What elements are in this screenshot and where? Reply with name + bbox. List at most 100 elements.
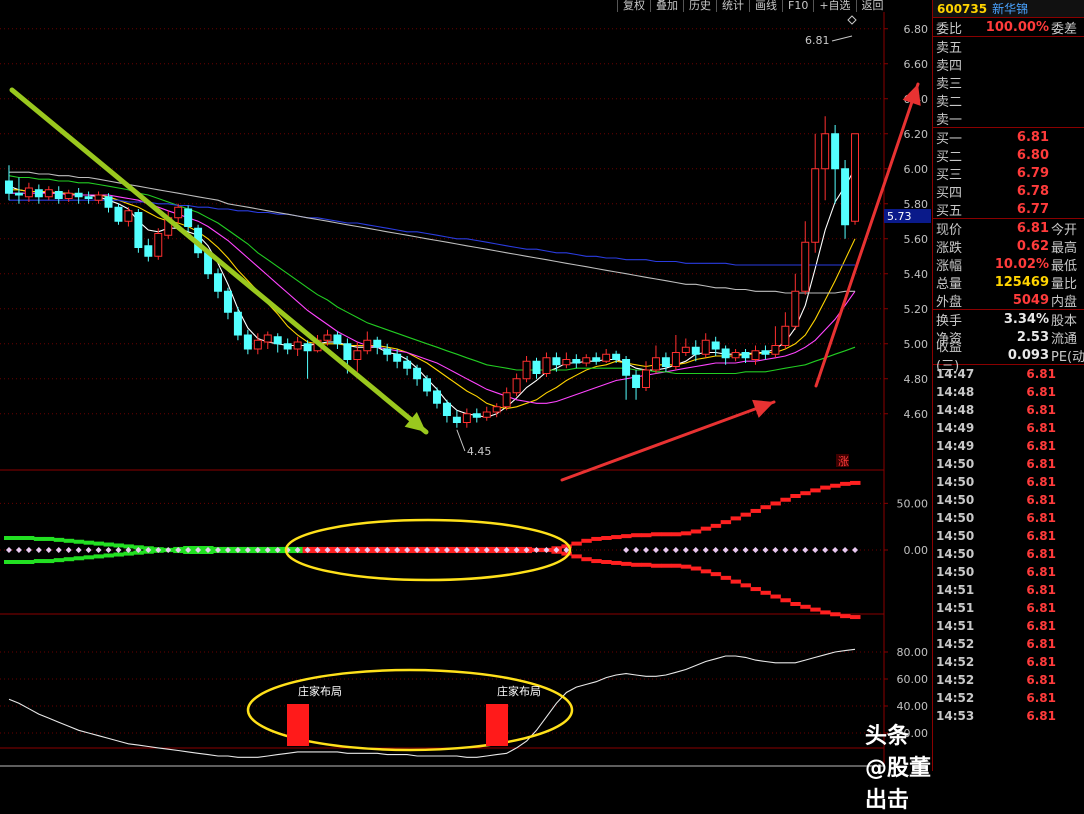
zero-line-marker: [702, 547, 709, 553]
indicator-upper-bar: [820, 485, 831, 490]
stat-row-label2: PE(动: [1051, 349, 1084, 365]
tick-price: 6.81: [1026, 421, 1056, 435]
bid-row: 买三 6.79: [933, 164, 1084, 183]
toolbar-draw-button[interactable]: 画线: [749, 0, 782, 12]
tick-time: 14:52: [936, 655, 975, 669]
zero-line-marker: [5, 547, 12, 553]
current-price-tag-label: 5.73: [887, 210, 912, 223]
candle-body: [462, 413, 471, 423]
signal-label: 庄家布局: [298, 684, 342, 698]
tick-time: 14:53: [936, 709, 975, 723]
tick-row: 14:50 6.81: [933, 491, 1084, 509]
indicator-upper-bar: [23, 536, 35, 540]
indicator-lower-bar: [13, 560, 25, 564]
weibi-label: 委比: [936, 21, 963, 37]
tick-price: 6.81: [1026, 547, 1056, 561]
oscillator-line: [8, 648, 856, 758]
zero-line-marker: [742, 547, 749, 553]
candle-body: [821, 133, 830, 170]
stat-row-value: 125469: [994, 274, 1049, 290]
stock-code: 600735: [937, 1, 988, 16]
zero-line-marker: [672, 547, 679, 553]
candle-body: [223, 290, 232, 313]
toolbar-history-button[interactable]: 历史: [683, 0, 716, 12]
candle-body: [373, 339, 382, 348]
candle-body: [811, 168, 820, 243]
candle-body: [174, 206, 183, 219]
zero-line-marker: [643, 547, 649, 553]
ask-row-label: 卖三: [936, 76, 963, 92]
indicator-lower-bar: [680, 564, 692, 569]
y-tick-label: 6.60: [904, 58, 929, 71]
stat-row-label2: 今开: [1051, 222, 1078, 238]
weicha-label: 委差: [1051, 21, 1078, 37]
stat-row-value: 2.53: [1016, 329, 1049, 345]
zero-line-marker: [85, 547, 92, 553]
ask-row: 卖二: [933, 91, 1084, 110]
stat-row: 总量 125469 量比: [933, 273, 1084, 292]
zero-line-marker: [105, 547, 112, 553]
indicator-upper-bar: [13, 536, 25, 540]
indicator-lower-bar: [660, 563, 672, 568]
tick-row: 14:52 6.81: [933, 635, 1084, 653]
stat-row: 收益(三) 0.093 PE(动: [933, 340, 1084, 374]
candle-body: [64, 192, 73, 199]
candle-body: [333, 334, 342, 345]
bid-row-label: 买一: [936, 131, 963, 147]
toolbar-fuquan-button[interactable]: 复权: [617, 0, 650, 12]
y-tick-label: 5.40: [904, 268, 929, 281]
candle-body: [771, 345, 780, 355]
tick-time: 14:51: [936, 601, 975, 615]
stat-row: 现价 6.81 今开: [933, 219, 1084, 238]
indicator-lower-bar: [730, 579, 742, 584]
toolbar-f10-button[interactable]: F10: [782, 0, 814, 12]
stat-row-label: 涨幅: [936, 258, 963, 274]
toolbar-stats-button[interactable]: 统计: [716, 0, 749, 12]
tick-list[interactable]: 14:47 6.81 14:48 6.81 14:48 6.81 14:49 6.81 14:4…: [933, 365, 1084, 725]
indicator-upper-bar: [53, 537, 65, 542]
candle-body: [592, 357, 601, 362]
stock-name[interactable]: 新华锦: [987, 0, 1028, 17]
candle-body: [851, 133, 860, 222]
bid-row: 买二 6.80: [933, 146, 1084, 165]
candle-body: [721, 348, 730, 359]
stat-row-label2: 流通: [1051, 331, 1078, 347]
tick-row: 14:48 6.81: [933, 401, 1084, 419]
stats-list-2: 换手 3.34% 股本 净资 2.53 流通 收益(三) 0.093 PE(动: [933, 310, 1084, 375]
tick-row: 14:51 6.81: [933, 599, 1084, 617]
bid-row-value: 6.81: [1016, 129, 1049, 145]
tick-price: 6.81: [1026, 583, 1056, 597]
candle-body: [14, 192, 23, 196]
tick-time: 14:49: [936, 421, 975, 435]
indicator-lower-bar: [591, 559, 602, 564]
chart-area[interactable]: 6.806.606.406.206.005.805.605.405.205.00…: [0, 0, 932, 813]
stat-row: 外盘 5049 内盘: [933, 291, 1084, 310]
zero-line-marker: [762, 547, 769, 553]
toolbar-add-watchlist-button[interactable]: +自选: [813, 0, 856, 12]
candle-body: [24, 187, 33, 198]
indicator-upper-bar: [93, 541, 105, 546]
chart-canvas[interactable]: 6.806.606.406.206.005.805.605.405.205.00…: [0, 0, 932, 771]
candle-body: [801, 241, 810, 292]
tick-time: 14:49: [936, 439, 975, 453]
indicator-upper-bar: [850, 480, 861, 485]
zero-line-marker: [95, 547, 102, 553]
toolbar-overlay-button[interactable]: 叠加: [650, 0, 683, 12]
stat-row-label: 外盘: [936, 294, 963, 310]
indicator-upper-bar: [670, 532, 682, 537]
candle-body: [104, 196, 113, 208]
candle-body: [711, 341, 720, 350]
bid-row-label: 买二: [936, 149, 963, 165]
y-tick-label: 4.80: [904, 373, 929, 386]
candle-body: [124, 210, 133, 222]
ask-row-label: 卖二: [936, 94, 963, 110]
candle-body: [293, 341, 302, 350]
indicator-upper-bar: [710, 523, 722, 528]
candle-body: [363, 339, 372, 352]
tick-price: 6.81: [1026, 619, 1056, 633]
indicator-lower-bar: [800, 604, 811, 609]
candle-body: [253, 339, 262, 350]
indicator-lower-bar: [33, 559, 45, 564]
toolbar-back-button[interactable]: 返回: [855, 0, 889, 12]
tick-time: 14:52: [936, 637, 975, 651]
